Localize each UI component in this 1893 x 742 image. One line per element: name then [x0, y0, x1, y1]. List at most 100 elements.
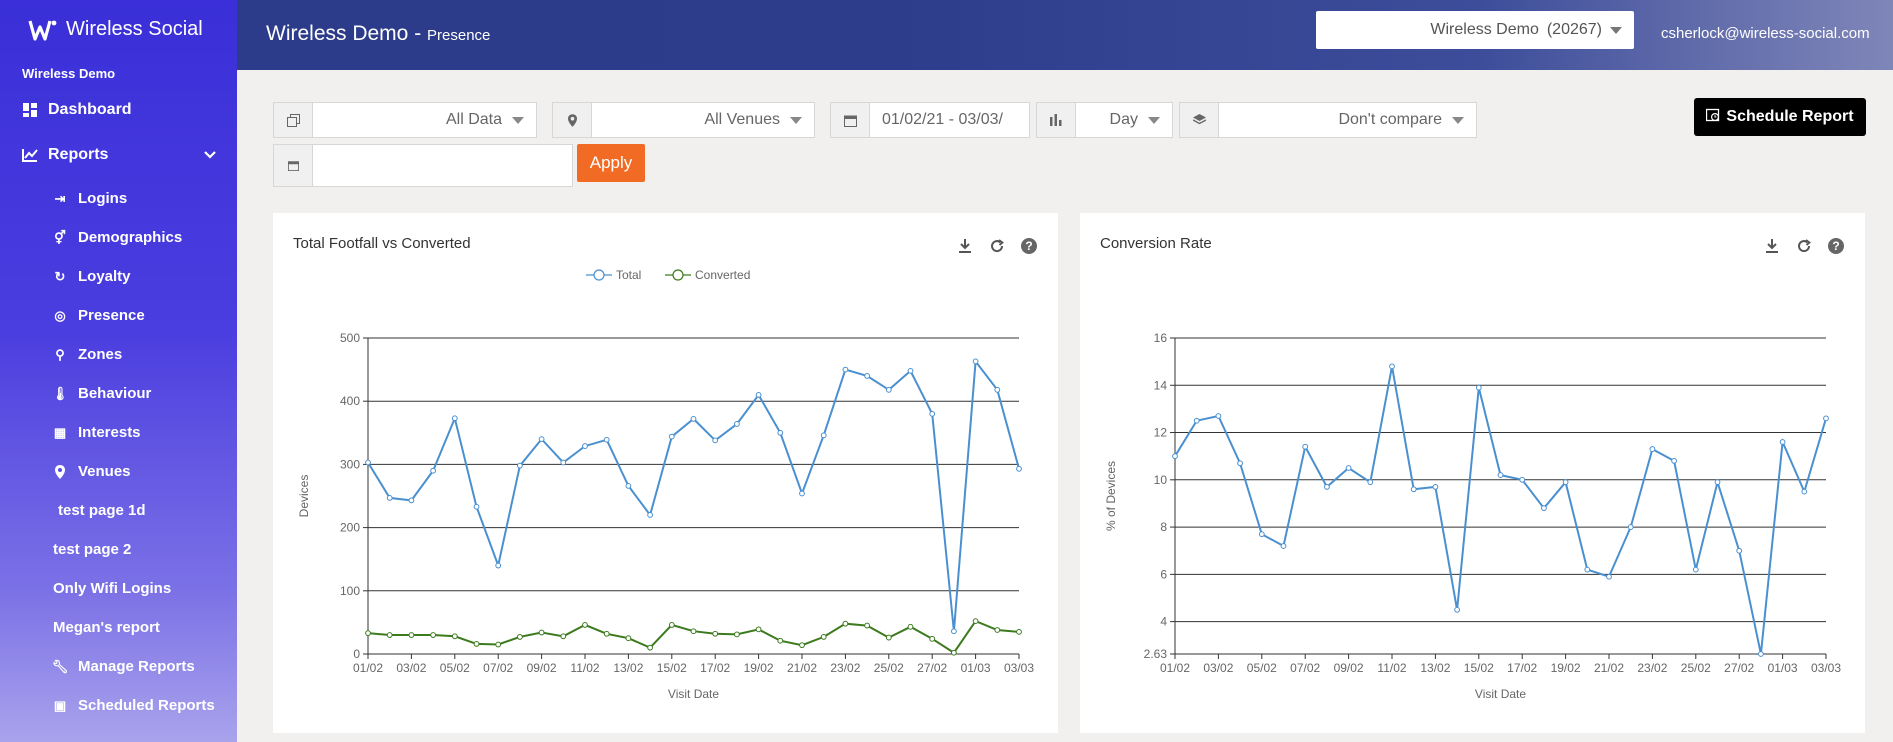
- data-point: [712, 437, 719, 444]
- apply-button[interactable]: Apply: [577, 144, 645, 182]
- data-point: [560, 459, 567, 466]
- data-point: [1497, 472, 1504, 478]
- data-point: [408, 632, 415, 638]
- bar-chart-icon: ▦: [53, 424, 67, 440]
- sidebar-item-test-page-2[interactable]: test page 2: [53, 541, 131, 558]
- data-point: [647, 644, 654, 651]
- sidebar-item-zones[interactable]: ⚲ Zones: [52, 346, 122, 363]
- legend-marker: [593, 269, 605, 281]
- data-point: [517, 462, 523, 469]
- caret-down-icon: [1452, 116, 1464, 124]
- data-point: [951, 649, 957, 656]
- data-point: [777, 637, 784, 644]
- sidebar-item-label: Venues: [78, 463, 131, 480]
- x-tick-label: 03/02: [1203, 661, 1233, 675]
- layers-icon: [1180, 103, 1219, 137]
- x-tick-label: 03/02: [396, 661, 426, 675]
- sidebar-item-dashboard[interactable]: Dashboard: [22, 101, 132, 119]
- sidebar-item-behaviour[interactable]: 🌡︎ Behaviour: [52, 385, 152, 402]
- sidebar-item-interests[interactable]: ▦ Interests: [52, 424, 141, 441]
- calendar-icon: [831, 103, 870, 137]
- sidebar-item-label: Megan's report: [53, 619, 160, 636]
- date-range-field[interactable]: 01/02/21 - 03/03/: [830, 102, 1030, 138]
- sidebar-item-venues[interactable]: Venues: [52, 463, 131, 480]
- schedule-report-label: Schedule Report: [1726, 108, 1854, 125]
- x-tick-label: 27/02: [917, 661, 947, 675]
- sidebar-item-label: Loyalty: [78, 268, 131, 285]
- sidebar-item-only-wifi-logins[interactable]: Only Wifi Logins: [53, 580, 171, 597]
- data-point: [1541, 505, 1547, 512]
- data-point: [647, 512, 654, 518]
- data-point: [799, 642, 805, 649]
- sidebar-item-scheduled-reports[interactable]: ▣ Scheduled Reports: [52, 697, 215, 714]
- data-point: [603, 630, 610, 637]
- granularity-value: Day: [1109, 111, 1138, 128]
- sidebar-item-megans-report[interactable]: Megan's report: [53, 619, 160, 636]
- chevron-down-icon[interactable]: [204, 148, 216, 162]
- schedule-report-button[interactable]: Schedule Report: [1694, 98, 1866, 136]
- data-point: [755, 391, 762, 398]
- compare-date-field[interactable]: [273, 144, 573, 187]
- user-email[interactable]: csherlock@wireless-social.com: [1661, 25, 1870, 42]
- data-point: [1671, 458, 1677, 464]
- sidebar-item-label: Zones: [78, 346, 123, 363]
- caret-down-icon: [512, 116, 524, 124]
- sidebar-item-loyalty[interactable]: ↻ Loyalty: [52, 268, 131, 285]
- data-scope-filter[interactable]: All Data: [273, 102, 537, 138]
- data-point: [582, 622, 588, 628]
- sidebar-item-label: Scheduled Reports: [78, 697, 215, 714]
- data-point: [538, 629, 545, 636]
- data-point: [386, 494, 393, 501]
- x-tick-label: 19/02: [744, 661, 774, 675]
- sidebar-item-label: Dashboard: [48, 101, 132, 118]
- data-point: [1432, 484, 1439, 490]
- page-title-separator: -: [408, 22, 428, 45]
- x-tick-label: 03/03: [1004, 661, 1034, 675]
- sidebar-item-demographics[interactable]: ⚥ Demographics: [52, 229, 182, 246]
- sidebar-item-test-page-1d[interactable]: test page 1d: [58, 502, 146, 519]
- data-point: [820, 432, 827, 439]
- sidebar-item-label: Demographics: [78, 229, 183, 246]
- sidebar-item-logins[interactable]: ⇥ Logins: [52, 190, 128, 207]
- data-point: [777, 429, 784, 436]
- data-point: [1692, 566, 1699, 573]
- sidebar: Wireless Social Wireless Demo Dashboard …: [0, 0, 237, 742]
- data-point: [1779, 439, 1786, 445]
- y-tick-label: 16: [1154, 331, 1168, 345]
- wrench-icon: 🔧︎: [51, 658, 69, 674]
- x-tick-label: 25/02: [1681, 661, 1711, 675]
- data-point: [1367, 479, 1374, 486]
- granularity-filter[interactable]: Day: [1036, 102, 1173, 138]
- top-bar: Wireless Demo - Presence Wireless Demo (…: [237, 0, 1893, 70]
- data-point: [907, 367, 914, 374]
- refresh-icon: ↻: [54, 268, 66, 284]
- compare-filter[interactable]: Don't compare: [1179, 102, 1477, 138]
- x-tick-label: 05/02: [440, 661, 470, 675]
- y-tick-label: 100: [340, 584, 360, 598]
- sidebar-item-reports[interactable]: Reports: [22, 146, 108, 164]
- y-axis-title: % of Devices: [1104, 461, 1118, 531]
- data-point: [582, 443, 588, 449]
- data-point: [451, 415, 458, 422]
- map-marker-icon: [52, 464, 68, 480]
- y-tick-label: 200: [340, 521, 360, 535]
- sidebar-item-manage-reports[interactable]: 🔧︎ Manage Reports: [52, 658, 195, 675]
- data-point: [668, 622, 675, 628]
- caret-down-icon: [1148, 116, 1160, 124]
- data-point: [994, 627, 1001, 633]
- data-point: [1562, 479, 1569, 486]
- wireless-social-logo-icon: [28, 19, 58, 41]
- account-selector[interactable]: Wireless Demo (20267): [1316, 11, 1634, 49]
- sidebar-item-presence[interactable]: ◎ Presence: [52, 307, 144, 324]
- copy-icon: [274, 103, 313, 137]
- venues-filter[interactable]: All Venues: [552, 102, 815, 138]
- data-point: [864, 373, 870, 379]
- x-tick-label: 05/02: [1247, 661, 1277, 675]
- data-point: [365, 459, 371, 466]
- caret-down-icon: [1610, 26, 1622, 34]
- bar-chart-icon: [1037, 103, 1076, 137]
- x-tick-label: 01/03: [1768, 661, 1798, 675]
- brand[interactable]: Wireless Social: [28, 18, 203, 41]
- legend-label: Total: [616, 268, 641, 282]
- sign-in-icon: ⇥: [54, 190, 66, 206]
